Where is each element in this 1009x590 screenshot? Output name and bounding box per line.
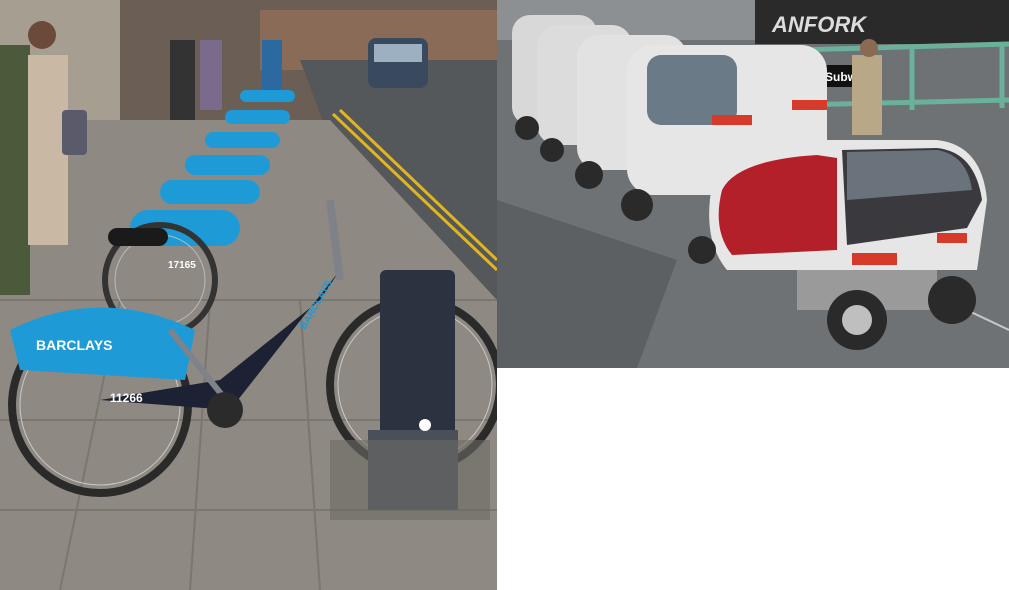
barclays-logo-text: BARCLAYS (36, 337, 113, 353)
dock-plinth (330, 440, 490, 520)
pedestrian-trench-coat (852, 55, 882, 135)
dock-tfl-roundel (419, 419, 431, 431)
front-pod-front-wheel (688, 236, 716, 264)
bike-share-scene: 17165 BARCLAYS 11266 BARCLAYS (0, 0, 497, 590)
pedestrian-head (860, 39, 878, 57)
pedestrian-1 (0, 45, 30, 295)
handbag (62, 110, 87, 155)
front-pod-taillight-left (852, 253, 897, 265)
city-pod-photo: ANFORK Subw (497, 0, 1009, 368)
pod-4-window (647, 55, 737, 125)
bike-number-front: 11266 (110, 391, 143, 405)
pod-4-taillight (712, 115, 752, 125)
city-pod-scene: ANFORK Subw (497, 0, 1009, 368)
pedestrian-4 (200, 40, 222, 110)
bike-share-photo: 17165 BARCLAYS 11266 BARCLAYS (0, 0, 497, 590)
pedestrian-2-head (28, 21, 56, 49)
saddle-second (108, 228, 168, 246)
bike-number-second: 17165 (168, 260, 196, 271)
front-pod-taillight-right (937, 233, 967, 243)
front-pod-side-wheel (928, 276, 976, 324)
graffiti-text: ANFORK (771, 12, 868, 37)
taxi-windshield (374, 44, 422, 62)
pedestrian-3 (170, 40, 195, 120)
